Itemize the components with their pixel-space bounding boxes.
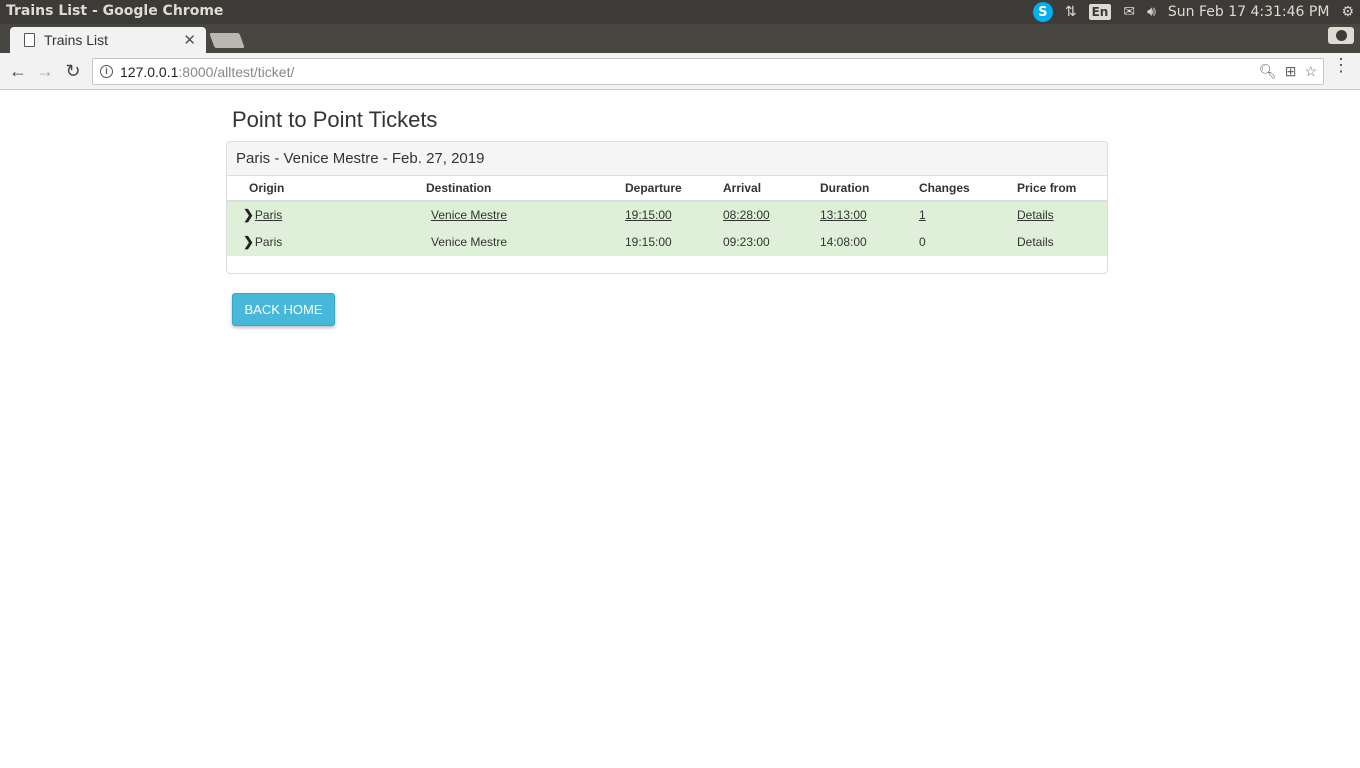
origin-text: Paris	[254, 234, 283, 249]
back-home-button[interactable]: BACK HOME	[232, 293, 335, 326]
chevron-right-icon[interactable]: ❯	[243, 207, 254, 223]
destination-link[interactable]: Venice Mestre	[431, 208, 507, 222]
details-link[interactable]: Details	[1017, 208, 1054, 222]
panel-title: Paris - Venice Mestre - Feb. 27, 2019	[227, 142, 1107, 176]
column-header-price: Price from	[1017, 176, 1107, 202]
column-header-destination: Destination	[426, 176, 625, 202]
reload-icon[interactable]: ↻	[60, 59, 86, 83]
destination-text: Venice Mestre	[431, 234, 508, 249]
tickets-panel: Paris - Venice Mestre - Feb. 27, 2019 Or…	[226, 141, 1108, 274]
url-path: :8000/alltest/ticket/	[178, 64, 295, 80]
back-arrow-icon[interactable]: ←	[5, 59, 31, 83]
close-tab-icon[interactable]: ✕	[183, 31, 196, 49]
page-icon	[24, 33, 35, 47]
details-text[interactable]: Details	[1017, 235, 1054, 249]
forward-arrow-icon[interactable]: →	[32, 59, 58, 83]
departure-link[interactable]: 19:15:00	[625, 208, 672, 222]
chevron-right-icon[interactable]: ❯	[243, 234, 254, 250]
address-bar[interactable]: i 127.0.0.1:8000/alltest/ticket/ 🔍︎ ⊞ ☆	[92, 58, 1324, 85]
origin-cell[interactable]: ❯Paris	[227, 228, 426, 256]
arrival-link[interactable]: 08:28:00	[723, 208, 770, 222]
keyboard-layout-indicator[interactable]: En	[1083, 0, 1118, 24]
keyboard-layout-label: En	[1088, 4, 1112, 20]
profile-icon[interactable]	[1328, 27, 1354, 44]
changes-link[interactable]: 1	[919, 208, 926, 222]
tab-strip: Trains List ✕	[0, 24, 1360, 53]
network-icon[interactable]: ⇅	[1059, 0, 1083, 24]
clock[interactable]: Sun Feb 17 4:31:46 PM	[1162, 0, 1336, 24]
origin-cell[interactable]: ❯Paris	[227, 201, 426, 229]
table-row[interactable]: ❯Paris Venice Mestre 19:15:00 09:23:00 1…	[227, 228, 1107, 256]
column-header-duration: Duration	[820, 176, 919, 202]
column-header-origin: Origin	[227, 176, 426, 202]
zoom-icon[interactable]: 🔍︎	[1259, 63, 1277, 80]
bookmark-star-icon[interactable]: ☆	[1304, 63, 1317, 80]
new-tab-button[interactable]	[209, 33, 245, 48]
skype-icon[interactable]: S	[1027, 0, 1059, 24]
arrival-text: 09:23:00	[723, 234, 770, 249]
table-header-row: Origin Destination Departure Arrival Dur…	[227, 176, 1107, 202]
volume-icon[interactable]: 🔊︎	[1141, 0, 1162, 24]
duration-link[interactable]: 13:13:00	[820, 208, 867, 222]
window-title: Trains List - Google Chrome	[6, 3, 224, 19]
translate-icon[interactable]: ⊞	[1285, 63, 1297, 80]
page-content: Point to Point Tickets Paris - Venice Me…	[0, 90, 1360, 768]
mail-icon[interactable]: ✉	[1117, 0, 1141, 24]
system-tray: S ⇅ En ✉ 🔊︎ Sun Feb 17 4:31:46 PM ⚙	[1027, 0, 1360, 24]
info-icon[interactable]: i	[100, 65, 113, 78]
duration-text: 14:08:00	[820, 234, 867, 249]
url-text[interactable]: 127.0.0.1:8000/alltest/ticket/	[120, 64, 294, 80]
column-header-departure: Departure	[625, 176, 723, 202]
chrome-menu-icon[interactable]: ⋮	[1332, 56, 1350, 74]
url-host: 127.0.0.1	[120, 64, 179, 80]
table-row[interactable]: ❯Paris Venice Mestre 19:15:00 08:28:00 1…	[227, 201, 1107, 229]
power-gear-icon[interactable]: ⚙	[1335, 0, 1360, 24]
page-title: Point to Point Tickets	[232, 107, 438, 132]
column-header-arrival: Arrival	[723, 176, 820, 202]
tab-title: Trains List	[44, 32, 109, 48]
os-top-bar: Trains List - Google Chrome S ⇅ En ✉ 🔊︎ …	[0, 0, 1360, 24]
origin-link[interactable]: Paris	[255, 208, 282, 222]
browser-toolbar: ← → ↻ i 127.0.0.1:8000/alltest/ticket/ 🔍…	[0, 53, 1360, 90]
trains-table: Origin Destination Departure Arrival Dur…	[227, 176, 1107, 256]
column-header-changes: Changes	[919, 176, 1017, 202]
departure-text: 19:15:00	[625, 234, 672, 249]
tab-trains-list[interactable]: Trains List ✕	[10, 27, 206, 53]
changes-text: 0	[919, 234, 926, 249]
